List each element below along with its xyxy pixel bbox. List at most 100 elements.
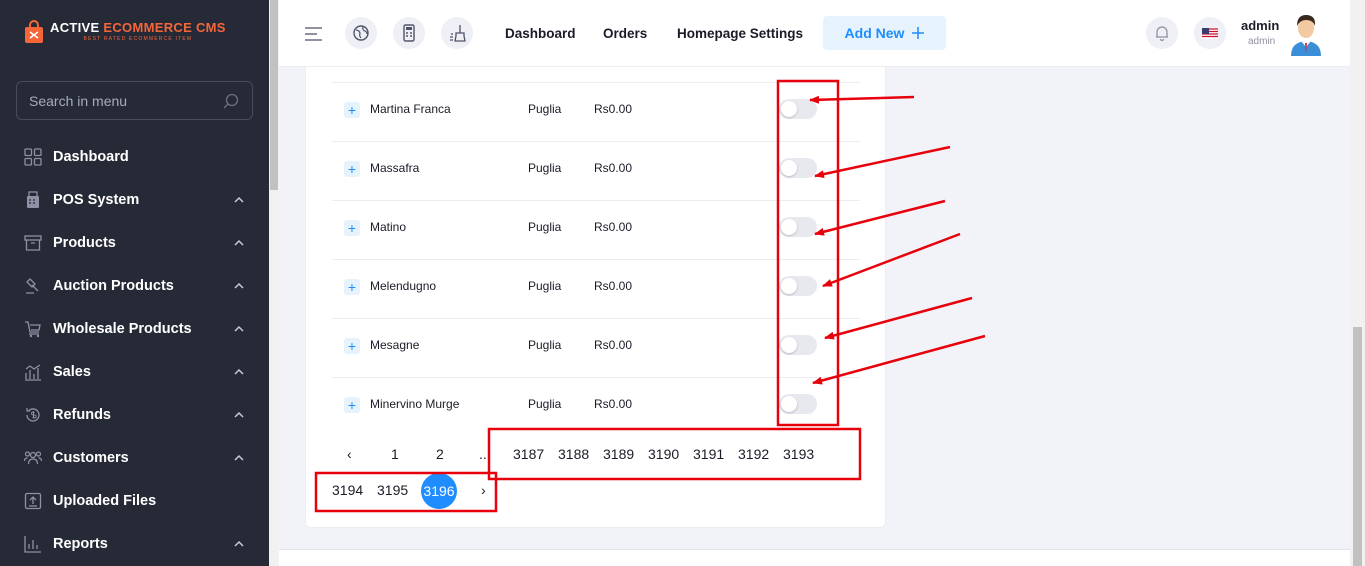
status-toggle[interactable]: [779, 394, 817, 414]
globe-icon[interactable]: [345, 17, 377, 49]
cities-card: + Martina Franca Puglia Rs0.00 + Massafra Pugl…: [305, 67, 886, 528]
footer: [279, 550, 1350, 566]
city-name: Matino: [370, 220, 407, 234]
chevron-up-icon: [234, 239, 244, 246]
city-name: Mesagne: [370, 338, 420, 352]
page-scrollbar[interactable]: [1350, 0, 1365, 566]
sidebar-item-customers[interactable]: Customers: [0, 436, 269, 479]
brand-logo[interactable]: ACTIVE ECOMMERCE CMS BEST RATED ECOMMERC…: [24, 20, 226, 44]
pagination-page[interactable]: 3193: [783, 446, 814, 462]
upload-icon: [24, 492, 42, 510]
nav-orders[interactable]: Orders: [603, 26, 647, 41]
sidebar-item-label: Uploaded Files: [53, 492, 157, 509]
sidebar-item-sales[interactable]: Sales: [0, 350, 269, 393]
search-icon[interactable]: [222, 92, 240, 110]
expand-row-icon[interactable]: +: [344, 161, 360, 177]
sidebar-scrollbar[interactable]: [269, 0, 279, 566]
chevron-up-icon: [234, 411, 244, 418]
sidebar-item-auction-products[interactable]: Auction Products: [0, 264, 269, 307]
state-name: Puglia: [528, 102, 562, 116]
users-icon: [24, 449, 42, 467]
chevron-up-icon: [234, 454, 244, 461]
chevron-up-icon: [234, 540, 244, 547]
sidebar-item-refunds[interactable]: Refunds: [0, 393, 269, 436]
sidebar-item-label: Customers: [53, 449, 129, 466]
pos-terminal-icon[interactable]: [393, 17, 425, 49]
shipping-cost: Rs0.00: [594, 397, 633, 411]
pagination-page[interactable]: 3195: [377, 482, 408, 498]
toggle-knob: [781, 278, 797, 294]
city-name: Minervino Murge: [370, 397, 460, 411]
expand-row-icon[interactable]: +: [344, 397, 360, 413]
user-name[interactable]: admin: [1241, 18, 1279, 33]
pagination-page[interactable]: 1: [391, 446, 399, 462]
expand-row-icon[interactable]: +: [344, 102, 360, 118]
brand-name-2: ECOMMERCE CMS: [103, 20, 226, 35]
pagination-current-page[interactable]: 3196: [421, 473, 457, 509]
city-name: Martina Franca: [370, 102, 451, 116]
us-flag-icon[interactable]: [1194, 17, 1226, 49]
pagination-page[interactable]: 3192: [738, 446, 769, 462]
sidebar-item-uploaded-files[interactable]: Uploaded Files: [0, 479, 269, 522]
pagination-prev[interactable]: ‹: [347, 446, 352, 462]
sidebar-item-label: Wholesale Products: [53, 320, 192, 337]
bar-chart-icon: [24, 535, 42, 553]
status-toggle[interactable]: [779, 99, 817, 119]
expand-row-icon[interactable]: +: [344, 338, 360, 354]
shopping-bag-icon: [24, 20, 44, 44]
box-icon: [24, 234, 42, 252]
city-name: Melendugno: [370, 279, 437, 293]
status-toggle[interactable]: [779, 276, 817, 296]
pagination-next[interactable]: ›: [481, 482, 486, 498]
nav-homepage-settings[interactable]: Homepage Settings: [677, 26, 803, 41]
nav-dashboard[interactable]: Dashboard: [505, 26, 576, 41]
status-toggle[interactable]: [779, 158, 817, 178]
add-new-button[interactable]: Add New: [823, 16, 946, 50]
expand-row-icon[interactable]: +: [344, 279, 360, 295]
shipping-cost: Rs0.00: [594, 220, 633, 234]
hamburger-menu-icon[interactable]: [305, 26, 323, 42]
pagination-page[interactable]: 3189: [603, 446, 634, 462]
chevron-up-icon: [234, 196, 244, 203]
pagination-page[interactable]: 3190: [648, 446, 679, 462]
toggle-knob: [781, 337, 797, 353]
sidebar-item-dashboard[interactable]: Dashboard: [0, 135, 269, 178]
toggle-knob: [781, 160, 797, 176]
state-name: Puglia: [528, 397, 562, 411]
dashboard-icon: [24, 147, 42, 166]
status-toggle[interactable]: [779, 217, 817, 237]
avatar[interactable]: [1289, 12, 1323, 56]
sidebar-item-label: POS System: [53, 191, 140, 208]
sidebar-item-reports[interactable]: Reports: [0, 522, 269, 565]
pagination-page[interactable]: 3187: [513, 446, 544, 462]
expand-row-icon[interactable]: +: [344, 220, 360, 236]
menu-search[interactable]: [16, 81, 253, 120]
topbar: Dashboard Orders Homepage Settings Add N…: [279, 0, 1350, 67]
sidebar-item-label: Reports: [53, 535, 108, 552]
shipping-cost: Rs0.00: [594, 102, 633, 116]
menu-search-input[interactable]: [29, 92, 222, 109]
table-row: + Massafra Puglia Rs0.00: [332, 141, 860, 200]
shipping-cost: Rs0.00: [594, 161, 633, 175]
table-row: + Matino Puglia Rs0.00: [332, 200, 860, 259]
sidebar-item-label: Products: [53, 234, 116, 251]
notification-bell-icon[interactable]: [1146, 17, 1178, 49]
toggle-knob: [781, 101, 797, 117]
gavel-icon: [24, 277, 42, 295]
pagination-page[interactable]: 3194: [332, 482, 363, 498]
status-toggle[interactable]: [779, 335, 817, 355]
brand-name-1: ACTIVE: [50, 20, 104, 35]
sidebar-item-pos-system[interactable]: POS System: [0, 178, 269, 221]
table-row: + Melendugno Puglia Rs0.00: [332, 259, 860, 318]
sidebar-item-wholesale-products[interactable]: Wholesale Products: [0, 307, 269, 350]
pagination-page[interactable]: 3188: [558, 446, 589, 462]
add-new-label: Add New: [844, 25, 905, 41]
clear-cache-icon[interactable]: [441, 17, 473, 49]
pagination-page[interactable]: 3191: [693, 446, 724, 462]
table-row: + Minervino Murge Puglia Rs0.00: [332, 377, 860, 436]
toggle-knob: [781, 396, 797, 412]
shipping-cost: Rs0.00: [594, 338, 633, 352]
sidebar-menu: Dashboard POS System Products Auction Produ…: [0, 135, 269, 565]
sidebar-item-products[interactable]: Products: [0, 221, 269, 264]
pagination-page[interactable]: 2: [436, 446, 444, 462]
